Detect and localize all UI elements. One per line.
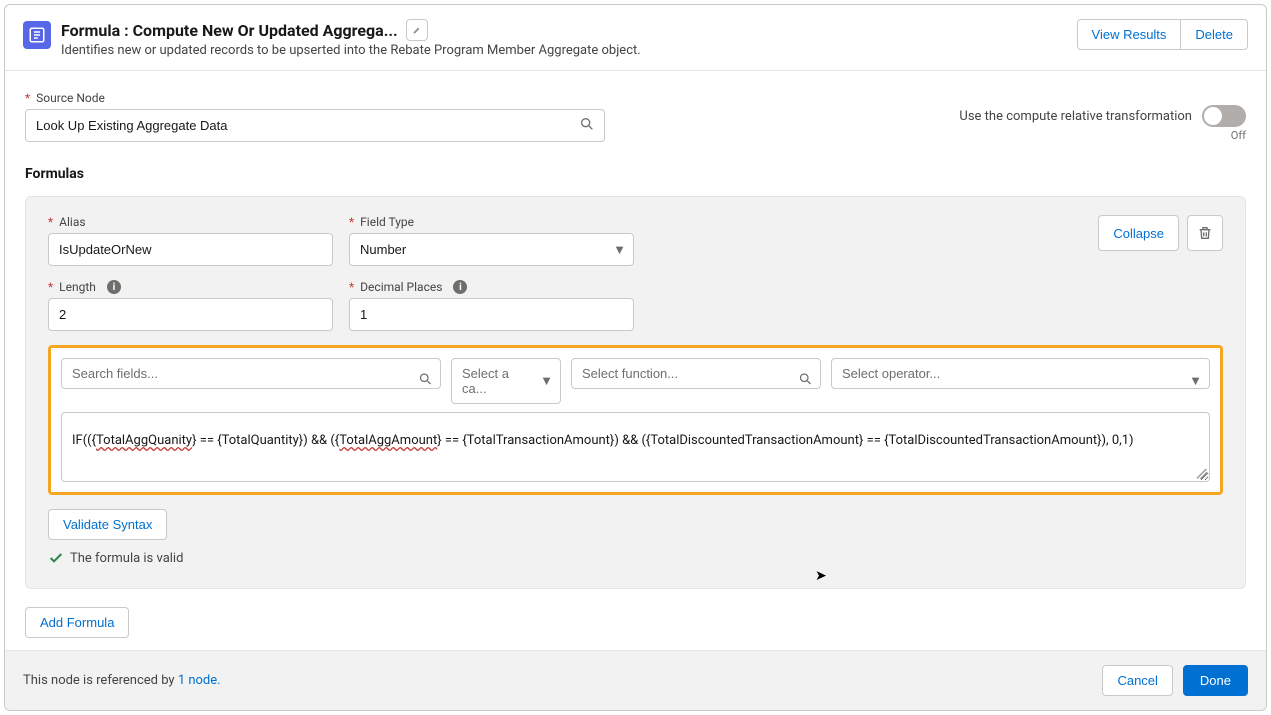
search-fields-input[interactable] xyxy=(61,358,441,389)
compute-relative-toggle[interactable] xyxy=(1202,105,1246,127)
reference-text: This node is referenced by 1 node. xyxy=(23,673,221,688)
alias-input[interactable] xyxy=(48,233,333,266)
fieldtype-label: *Field Type xyxy=(349,215,634,229)
header-actions: View Results Delete xyxy=(1077,19,1248,50)
collapse-button[interactable]: Collapse xyxy=(1098,215,1179,251)
check-icon xyxy=(48,550,64,566)
trash-icon xyxy=(1197,225,1213,241)
operator-select[interactable]: Select operator... xyxy=(831,358,1210,389)
done-button[interactable]: Done xyxy=(1183,665,1248,696)
formula-editor: Select a ca... ▼ Select operator... ▼ IF… xyxy=(48,345,1223,495)
formula-card: *Alias *Field Type Number ▼ Collapse xyxy=(25,196,1246,589)
cancel-button[interactable]: Cancel xyxy=(1102,665,1172,696)
edit-title-button[interactable] xyxy=(406,19,428,41)
resize-handle[interactable] xyxy=(1197,469,1207,479)
panel-header: Formula : Compute New Or Updated Aggrega… xyxy=(5,5,1266,71)
panel-footer: This node is referenced by 1 node. Cance… xyxy=(5,650,1266,710)
formula-textarea[interactable]: IF(({TotalAggQuanity} == {TotalQuantity}… xyxy=(61,412,1210,482)
formula-node-icon xyxy=(23,21,51,49)
view-results-button[interactable]: View Results xyxy=(1077,19,1181,50)
pencil-icon xyxy=(413,24,421,36)
search-icon xyxy=(579,116,595,136)
source-node-label: *Source Node xyxy=(25,91,605,105)
function-select[interactable] xyxy=(571,358,821,389)
toggle-state: Off xyxy=(959,129,1246,142)
referenced-nodes-link[interactable]: 1 node. xyxy=(178,673,221,688)
panel-body: *Source Node Use the compute relative tr… xyxy=(5,71,1266,650)
panel-title: Formula : Compute New Or Updated Aggrega… xyxy=(61,21,398,40)
formulas-heading: Formulas xyxy=(25,166,1246,182)
info-icon: i xyxy=(107,280,121,294)
decimal-label: *Decimal Places i xyxy=(349,280,634,294)
formula-panel: Formula : Compute New Or Updated Aggrega… xyxy=(4,4,1267,711)
compute-relative-label: Use the compute relative transformation xyxy=(959,109,1192,124)
validation-message: The formula is valid xyxy=(48,550,1223,566)
info-icon: i xyxy=(453,280,467,294)
fieldtype-select[interactable]: Number xyxy=(349,233,634,266)
length-label: *Length i xyxy=(48,280,333,294)
category-select[interactable]: Select a ca... xyxy=(451,358,561,404)
panel-subtitle: Identifies new or updated records to be … xyxy=(61,43,641,58)
decimal-input[interactable] xyxy=(349,298,634,331)
validate-syntax-button[interactable]: Validate Syntax xyxy=(48,509,167,540)
delete-button[interactable]: Delete xyxy=(1180,19,1248,50)
source-node-input[interactable] xyxy=(25,109,605,142)
alias-label: *Alias xyxy=(48,215,333,229)
delete-formula-button[interactable] xyxy=(1187,215,1223,251)
add-formula-button[interactable]: Add Formula xyxy=(25,607,129,638)
length-input[interactable] xyxy=(48,298,333,331)
